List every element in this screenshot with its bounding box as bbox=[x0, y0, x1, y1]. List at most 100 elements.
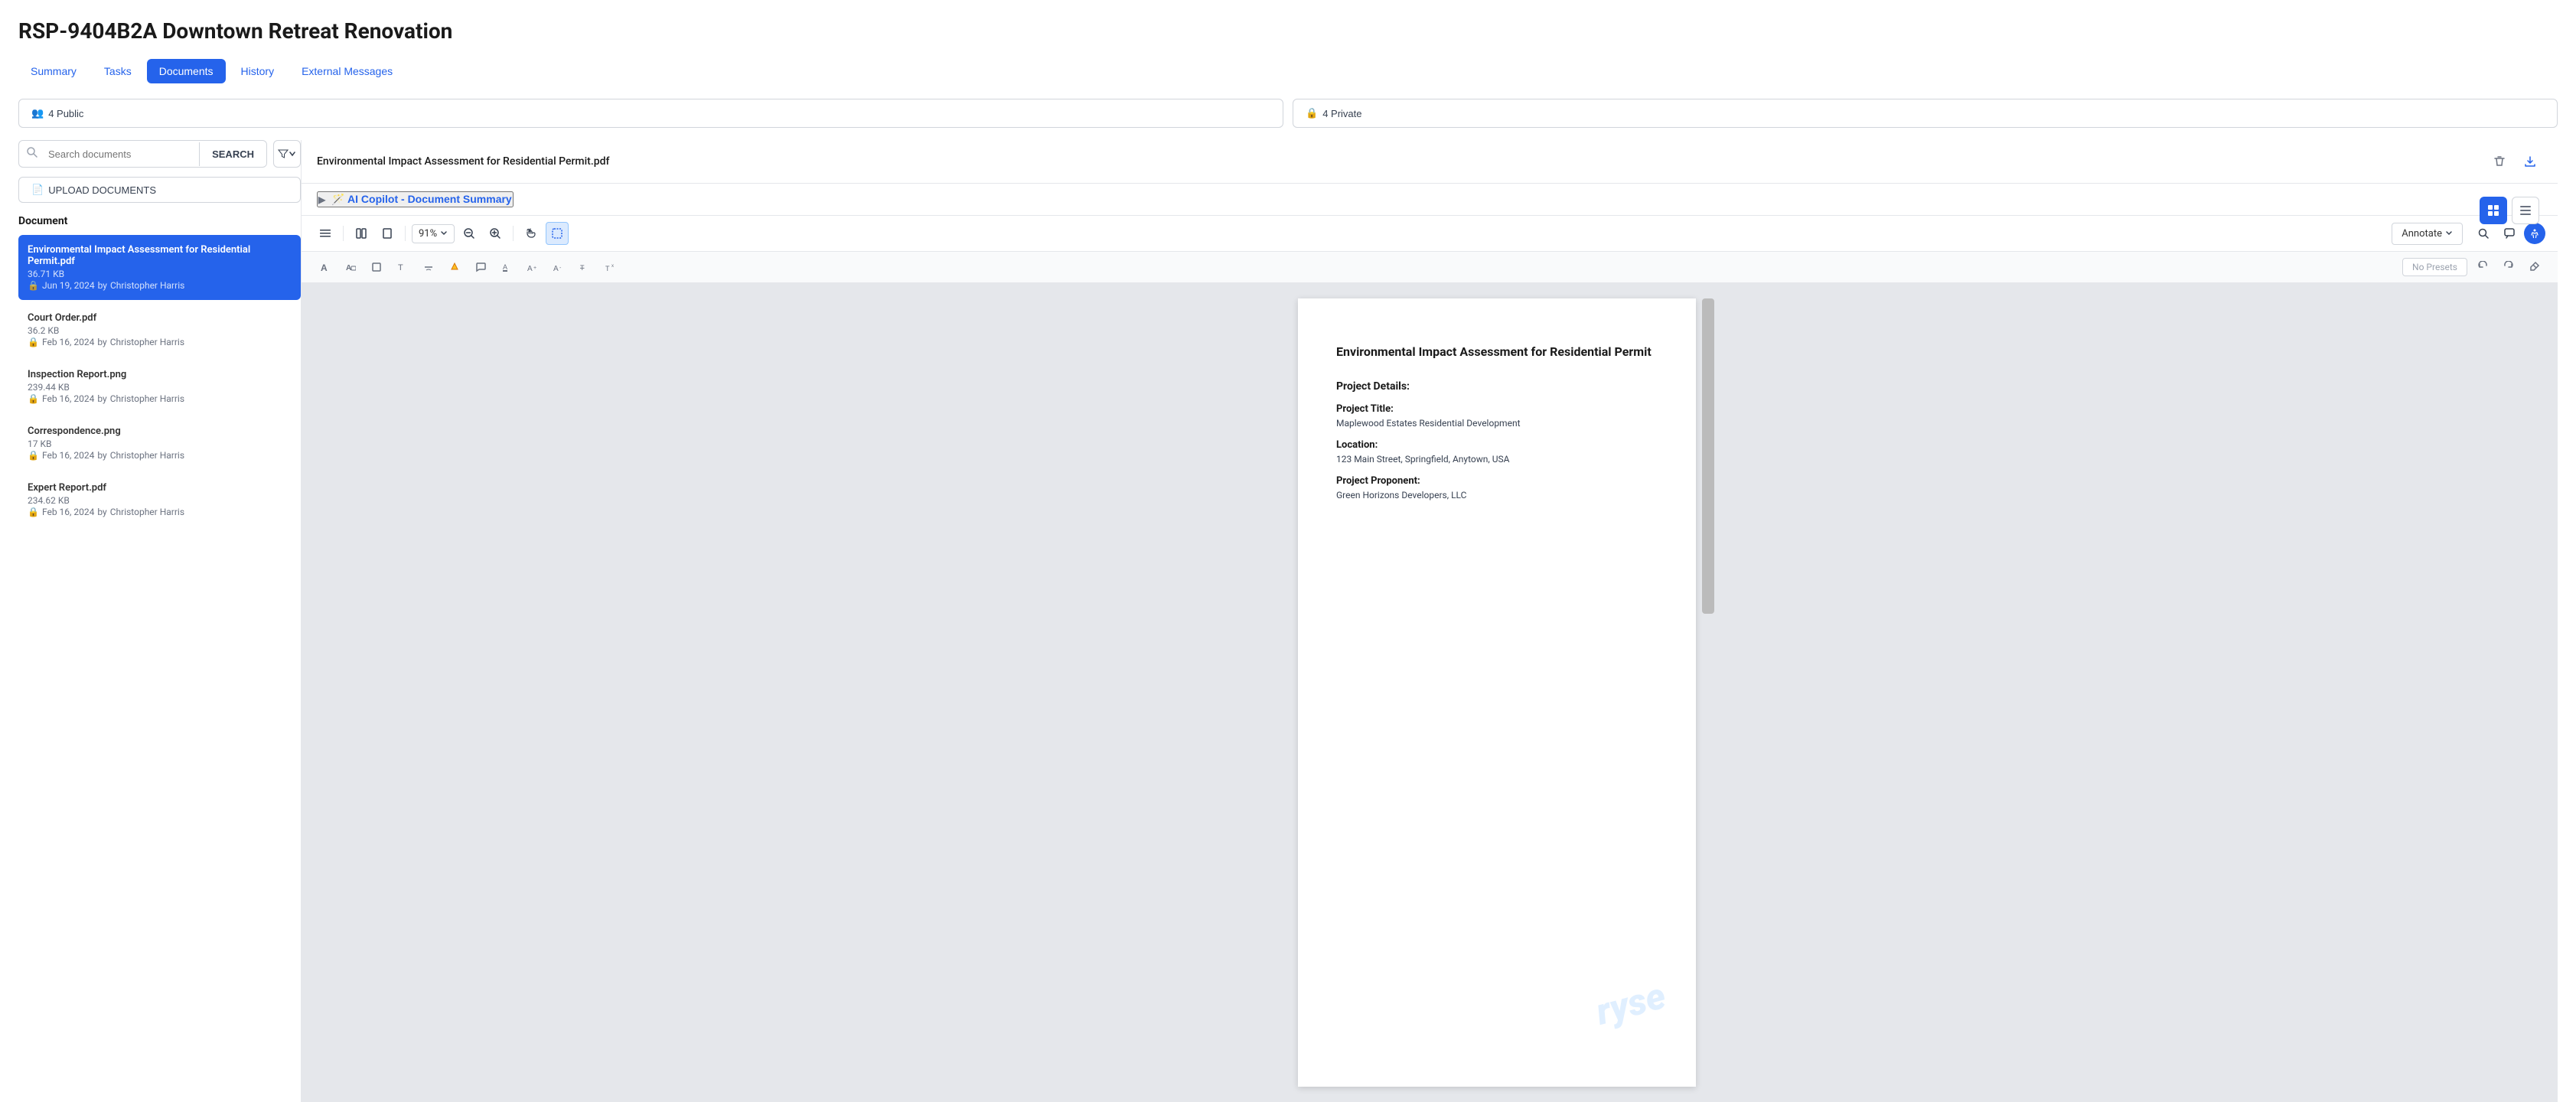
chevron-down-icon bbox=[289, 150, 296, 158]
doc-date-author: 🔒 Jun 19, 2024 by Christopher Harris bbox=[28, 280, 292, 291]
text-size-up-button[interactable]: A + bbox=[522, 256, 543, 278]
view-toggle-group bbox=[2480, 197, 2539, 224]
single-page-button[interactable] bbox=[376, 222, 399, 245]
tab-summary[interactable]: Summary bbox=[18, 59, 89, 83]
pdf-field2-value: 123 Main Street, Springfield, Anytown, U… bbox=[1336, 454, 1658, 465]
pdf-field2-label: Location: bbox=[1336, 439, 1658, 451]
svg-text:T: T bbox=[580, 264, 585, 272]
tab-tasks[interactable]: Tasks bbox=[92, 59, 144, 83]
redo-button[interactable] bbox=[2498, 256, 2519, 278]
pdf-viewer: Environmental Impact Assessment for Resi… bbox=[302, 140, 2558, 1102]
annotation-toolbar: A A T bbox=[302, 252, 2558, 283]
list-icon bbox=[2519, 204, 2532, 217]
scrollbar[interactable] bbox=[1702, 298, 1714, 1087]
toolbar-divider-2 bbox=[405, 226, 406, 241]
delete-button[interactable] bbox=[2487, 149, 2512, 174]
doc-name: Environmental Impact Assessment for Resi… bbox=[28, 244, 292, 267]
clear-button[interactable] bbox=[2524, 256, 2545, 278]
comment-button[interactable] bbox=[2498, 222, 2521, 245]
search-input[interactable] bbox=[45, 142, 199, 166]
upload-label: UPLOAD DOCUMENTS bbox=[48, 184, 156, 196]
strikethrough2-button[interactable]: T bbox=[574, 256, 595, 278]
lock-icon: 🔒 bbox=[28, 393, 39, 404]
svg-text:T: T bbox=[605, 265, 610, 272]
text-style-button[interactable]: A bbox=[340, 256, 361, 278]
page-layout-icon bbox=[356, 228, 367, 239]
list-item[interactable]: Correspondence.png 17 KB 🔒 Feb 16, 2024 … bbox=[18, 416, 301, 470]
list-item[interactable]: Inspection Report.png 239.44 KB 🔒 Feb 16… bbox=[18, 360, 301, 413]
public-label: 4 Public bbox=[48, 108, 83, 119]
annotate-label: Annotate bbox=[2402, 228, 2442, 240]
search-pdf-icon bbox=[2478, 228, 2489, 239]
search-button[interactable]: SEARCH bbox=[199, 142, 266, 166]
zoom-out-button[interactable] bbox=[458, 222, 481, 245]
superscript-icon: T x bbox=[605, 262, 616, 272]
private-button[interactable]: 🔒 4 Private bbox=[1293, 99, 2558, 128]
chevron-right-icon: ▶ bbox=[318, 194, 325, 205]
search-icon bbox=[19, 141, 45, 167]
search-pdf-button[interactable] bbox=[2472, 222, 2495, 245]
ai-copilot-toggle[interactable]: ▶ 🪄 AI Copilot - Document Summary bbox=[317, 191, 514, 207]
grid-view-button[interactable] bbox=[2480, 197, 2507, 224]
menu-button[interactable] bbox=[314, 222, 337, 245]
chevron-down-icon bbox=[440, 230, 448, 237]
superscript-button[interactable]: T x bbox=[600, 256, 621, 278]
zoom-out-icon bbox=[464, 228, 474, 239]
hand-tool-button[interactable] bbox=[520, 222, 543, 245]
download-button[interactable] bbox=[2518, 149, 2542, 174]
svg-text:-: - bbox=[559, 266, 562, 271]
text-size-up-icon: A + bbox=[527, 262, 538, 272]
lock-icon: 🔒 bbox=[28, 450, 39, 461]
text-insert-icon: T bbox=[397, 262, 408, 272]
svg-text:T: T bbox=[398, 263, 403, 272]
comment-ann-icon bbox=[475, 262, 486, 272]
lock-icon: 🔒 bbox=[28, 507, 39, 517]
tab-external-messages[interactable]: External Messages bbox=[289, 59, 405, 83]
list-item[interactable]: Environmental Impact Assessment for Resi… bbox=[18, 235, 301, 300]
comment-ann-button[interactable] bbox=[470, 256, 491, 278]
doc-date-author: 🔒 Feb 16, 2024 by Christopher Harris bbox=[28, 337, 292, 347]
pdf-area[interactable]: Environmental Impact Assessment for Resi… bbox=[302, 283, 2558, 1102]
strikethrough-button[interactable] bbox=[418, 256, 439, 278]
doc-filename: Environmental Impact Assessment for Resi… bbox=[317, 155, 609, 168]
doc-date-author: 🔒 Feb 16, 2024 by Christopher Harris bbox=[28, 507, 292, 517]
filter-button[interactable] bbox=[273, 140, 301, 168]
list-item[interactable]: Expert Report.pdf 234.62 KB 🔒 Feb 16, 20… bbox=[18, 473, 301, 527]
list-view-button[interactable] bbox=[2512, 197, 2539, 224]
shape-icon bbox=[371, 262, 382, 272]
pdf-page: Environmental Impact Assessment for Resi… bbox=[1298, 298, 1696, 1087]
text-ann-button[interactable]: A bbox=[314, 256, 335, 278]
zoom-in-button[interactable] bbox=[484, 222, 507, 245]
public-button[interactable]: 👥 4 Public bbox=[18, 99, 1283, 128]
upload-button[interactable]: 📄 UPLOAD DOCUMENTS bbox=[18, 177, 301, 203]
text-color-button[interactable]: A bbox=[496, 256, 517, 278]
zoom-in-icon bbox=[490, 228, 501, 239]
public-icon: 👥 bbox=[31, 107, 44, 119]
text-insert-button[interactable]: T bbox=[392, 256, 413, 278]
pdf-doc-title: Environmental Impact Assessment for Resi… bbox=[1336, 344, 1658, 359]
highlight-button[interactable] bbox=[444, 256, 465, 278]
annotate-chevron-icon bbox=[2445, 230, 2453, 237]
pdf-field3-value: Green Horizons Developers, LLC bbox=[1336, 490, 1658, 500]
text-size-down-button[interactable]: A - bbox=[548, 256, 569, 278]
accessibility-button[interactable] bbox=[2524, 223, 2545, 244]
undo-button[interactable] bbox=[2472, 256, 2493, 278]
doc-name: Expert Report.pdf bbox=[28, 482, 292, 494]
selection-tool-button[interactable] bbox=[546, 222, 569, 245]
redo-icon bbox=[2503, 261, 2514, 272]
shape-button[interactable] bbox=[366, 256, 387, 278]
zoom-control[interactable]: 91% bbox=[412, 224, 455, 243]
page-layout-button[interactable] bbox=[350, 222, 373, 245]
doc-date-author: 🔒 Feb 16, 2024 by Christopher Harris bbox=[28, 450, 292, 461]
toolbar-divider-3 bbox=[513, 226, 514, 241]
annotate-dropdown[interactable]: Annotate bbox=[2392, 223, 2463, 245]
download-icon bbox=[2524, 155, 2536, 168]
ai-copilot-bar: ▶ 🪄 AI Copilot - Document Summary bbox=[302, 184, 2558, 216]
private-icon: 🔒 bbox=[1306, 107, 1318, 119]
tab-documents[interactable]: Documents bbox=[147, 59, 226, 83]
undo-icon bbox=[2477, 261, 2488, 272]
search-box: SEARCH bbox=[18, 140, 267, 168]
tab-history[interactable]: History bbox=[229, 59, 287, 83]
list-item[interactable]: Court Order.pdf 36.2 KB 🔒 Feb 16, 2024 b… bbox=[18, 303, 301, 357]
doc-list-header: Document bbox=[18, 215, 301, 227]
